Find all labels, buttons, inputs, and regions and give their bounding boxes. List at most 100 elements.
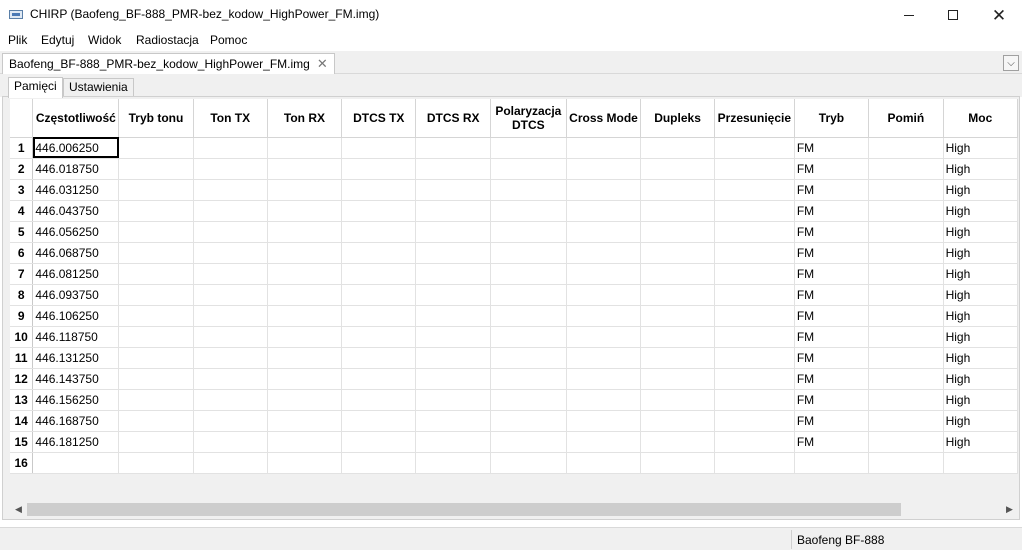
cell-empty[interactable] <box>341 410 417 432</box>
cell-empty[interactable] <box>566 137 642 159</box>
cell-empty[interactable] <box>118 347 194 369</box>
cell-empty[interactable] <box>267 200 343 222</box>
cell-empty[interactable] <box>640 158 715 180</box>
cell-empty[interactable] <box>868 200 944 222</box>
cell-empty[interactable] <box>118 158 194 180</box>
cell-mode[interactable]: FM <box>794 200 870 222</box>
grid-corner[interactable] <box>10 99 34 138</box>
cell-mode[interactable]: FM <box>794 431 870 453</box>
cell-empty[interactable] <box>490 368 567 390</box>
cell-empty[interactable] <box>415 347 491 369</box>
cell-empty[interactable] <box>640 305 715 327</box>
cell-mode[interactable]: FM <box>794 368 870 390</box>
row-number[interactable]: 12 <box>10 368 34 390</box>
table-row[interactable]: 13 446.156250 FM High <box>10 389 1018 411</box>
cell-empty[interactable] <box>490 200 567 222</box>
cell-empty[interactable] <box>566 179 642 201</box>
cell-empty[interactable] <box>490 410 567 432</box>
row-number[interactable]: 1 <box>10 137 34 159</box>
cell-empty[interactable] <box>193 158 268 180</box>
cell-empty[interactable] <box>868 389 944 411</box>
cell-empty[interactable] <box>566 410 642 432</box>
cell-frequency[interactable]: 446.131250 <box>32 347 120 369</box>
cell-empty[interactable] <box>118 410 194 432</box>
cell-empty[interactable] <box>193 389 268 411</box>
cell-empty[interactable] <box>267 326 343 348</box>
cell-empty[interactable] <box>714 347 795 369</box>
cell-empty[interactable] <box>640 452 715 474</box>
row-number[interactable]: 6 <box>10 242 34 264</box>
cell-mode[interactable]: FM <box>794 179 870 201</box>
cell-empty[interactable] <box>490 137 567 159</box>
cell-empty[interactable] <box>267 431 343 453</box>
row-number[interactable]: 15 <box>10 431 34 453</box>
row-number[interactable]: 3 <box>10 179 34 201</box>
cell-empty[interactable] <box>415 221 491 243</box>
cell-empty[interactable] <box>415 452 491 474</box>
cell-empty[interactable] <box>118 137 194 159</box>
cell-empty[interactable] <box>640 242 715 264</box>
cell-empty[interactable] <box>868 368 944 390</box>
cell-frequency[interactable]: 446.118750 <box>32 326 120 348</box>
cell-mode[interactable]: FM <box>794 305 870 327</box>
cell-empty[interactable] <box>193 305 268 327</box>
cell-empty[interactable] <box>868 410 944 432</box>
table-row[interactable]: 7 446.081250 FM High <box>10 263 1018 285</box>
document-tab[interactable]: Baofeng_BF-888_PMR-bez_kodow_HighPower_F… <box>2 53 335 75</box>
cell-empty[interactable] <box>566 305 642 327</box>
cell-empty[interactable] <box>193 326 268 348</box>
cell-empty[interactable] <box>193 368 268 390</box>
cell-empty[interactable] <box>118 221 194 243</box>
cell-power[interactable]: High <box>943 263 1018 285</box>
cell-empty[interactable] <box>193 410 268 432</box>
cell-empty[interactable] <box>193 242 268 264</box>
table-row[interactable]: 10 446.118750 FM High <box>10 326 1018 348</box>
cell-frequency[interactable]: 446.081250 <box>32 263 120 285</box>
row-number[interactable]: 5 <box>10 221 34 243</box>
cell-empty[interactable] <box>267 305 343 327</box>
cell-empty[interactable] <box>640 410 715 432</box>
column-header-dtcs-polarity[interactable]: Polaryzacja DTCS <box>490 99 567 138</box>
cell-empty[interactable] <box>640 263 715 285</box>
menu-view[interactable]: Widok <box>88 33 121 47</box>
cell-empty[interactable] <box>193 200 268 222</box>
table-row[interactable]: 8 446.093750 FM High <box>10 284 1018 306</box>
cell-empty[interactable] <box>868 452 944 474</box>
cell-empty[interactable] <box>868 305 944 327</box>
table-row[interactable]: 16 <box>10 452 1018 474</box>
cell-mode[interactable]: FM <box>794 221 870 243</box>
cell-power[interactable]: High <box>943 179 1018 201</box>
cell-frequency[interactable]: 446.018750 <box>32 158 120 180</box>
menu-help[interactable]: Pomoc <box>210 33 247 47</box>
horizontal-scrollbar[interactable]: ◀ ▶ <box>10 501 1018 518</box>
cell-empty[interactable] <box>118 326 194 348</box>
column-header-mode[interactable]: Tryb <box>794 99 870 138</box>
cell-empty[interactable] <box>640 137 715 159</box>
cell-empty[interactable] <box>193 431 268 453</box>
cell-empty[interactable] <box>193 137 268 159</box>
table-row[interactable]: 15 446.181250 FM High <box>10 431 1018 453</box>
tab-settings[interactable]: Ustawienia <box>63 78 134 97</box>
column-header-tone-tx[interactable]: Ton TX <box>193 99 268 138</box>
cell-empty[interactable] <box>415 158 491 180</box>
cell-empty[interactable] <box>490 242 567 264</box>
cell-power[interactable]: High <box>943 200 1018 222</box>
cell-empty[interactable] <box>566 368 642 390</box>
cell-empty[interactable] <box>714 452 795 474</box>
cell-empty[interactable] <box>566 284 642 306</box>
cell-empty[interactable] <box>341 326 417 348</box>
column-header-power[interactable]: Moc <box>943 99 1018 138</box>
row-number[interactable]: 2 <box>10 158 34 180</box>
column-header-tone-rx[interactable]: Ton RX <box>267 99 343 138</box>
cell-power[interactable]: High <box>943 431 1018 453</box>
cell-empty[interactable] <box>267 452 343 474</box>
cell-empty[interactable] <box>490 452 567 474</box>
cell-empty[interactable] <box>868 221 944 243</box>
cell-empty[interactable] <box>566 452 642 474</box>
cell-empty[interactable] <box>415 305 491 327</box>
row-number[interactable]: 7 <box>10 263 34 285</box>
cell-empty[interactable] <box>267 368 343 390</box>
table-row[interactable]: 11 446.131250 FM High <box>10 347 1018 369</box>
cell-empty[interactable] <box>341 389 417 411</box>
cell-empty[interactable] <box>714 242 795 264</box>
